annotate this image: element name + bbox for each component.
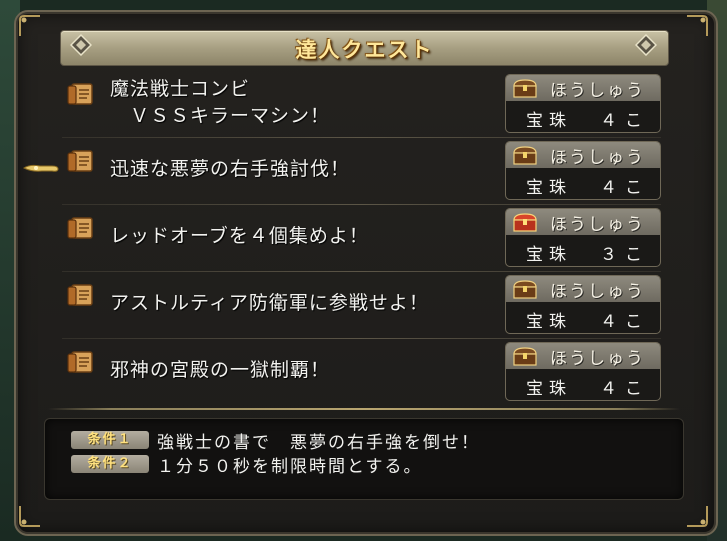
reward-label: ほうしゅう xyxy=(550,215,645,235)
hand-cursor-icon xyxy=(22,160,62,176)
quest-item[interactable]: レッドオーブを４個集めよ！ ほうしゅう 宝珠 ３こ xyxy=(60,205,667,272)
conditions-panel: 条件１ 強戦士の書で 悪夢の右手強を倒せ！ 条件２ １分５０秒を制限時間とする。 xyxy=(44,418,684,500)
reward-item-name: 宝珠 xyxy=(526,245,572,265)
reward-box: ほうしゅう 宝珠 ４こ xyxy=(505,141,661,200)
corner-ornament-icon xyxy=(18,504,42,528)
reward-quantity: ３こ xyxy=(600,245,650,265)
reward-header: ほうしゅう xyxy=(506,75,660,101)
reward-label: ほうしゅう xyxy=(550,81,645,101)
condition-text: １分５０秒を制限時間とする。 xyxy=(157,457,423,477)
wooden-chest-icon xyxy=(512,279,538,299)
red-chest-icon xyxy=(512,212,538,232)
reward-item-name: 宝珠 xyxy=(526,178,572,198)
condition-text: 強戦士の書で 悪夢の右手強を倒せ！ xyxy=(157,433,480,453)
corner-ornament-icon xyxy=(685,504,709,528)
corner-ornament-icon xyxy=(18,14,42,38)
reward-header: ほうしゅう xyxy=(506,209,660,235)
reward-box: ほうしゅう 宝珠 ４こ xyxy=(505,275,661,334)
diamond-ornament-icon xyxy=(634,33,658,57)
quest-scroll-icon xyxy=(66,148,96,174)
title-bar: 達人クエスト xyxy=(60,30,669,66)
quest-name: 邪神の宮殿の一獄制覇！ xyxy=(110,359,331,381)
quest-item[interactable]: 邪神の宮殿の一獄制覇！ ほうしゅう 宝珠 ４こ xyxy=(60,339,667,406)
quest-name: 迅速な悪夢の右手強討伐！ xyxy=(110,158,351,180)
wooden-chest-icon xyxy=(512,78,538,98)
condition-badge: 条件１ xyxy=(71,431,149,449)
quest-name: レッドオーブを４個集めよ！ xyxy=(110,225,369,247)
reward-label: ほうしゅう xyxy=(550,148,645,168)
section-divider xyxy=(48,408,680,410)
reward-header: ほうしゅう xyxy=(506,142,660,168)
wooden-chest-icon xyxy=(512,145,538,165)
condition-badge: 条件２ xyxy=(71,455,149,473)
quest-item[interactable]: 魔法戦士コンビ ＶＳＳキラーマシン！ ほうしゅう 宝珠 ４こ xyxy=(60,71,667,138)
corner-ornament-icon xyxy=(685,14,709,38)
quest-scroll-icon xyxy=(66,282,96,308)
quest-item[interactable]: アストルティア防衛軍に参戦せよ！ ほうしゅう 宝珠 ４こ xyxy=(60,272,667,339)
quest-list: 魔法戦士コンビ ＶＳＳキラーマシン！ ほうしゅう 宝珠 ４こ 迅速な悪夢の右手強… xyxy=(60,71,667,406)
reward-item-name: 宝珠 xyxy=(526,312,572,332)
reward-quantity: ４こ xyxy=(600,379,650,399)
quest-scroll-icon xyxy=(66,215,96,241)
quest-item[interactable]: 迅速な悪夢の右手強討伐！ ほうしゅう 宝珠 ４こ xyxy=(60,138,667,205)
window-title: 達人クエスト xyxy=(295,38,434,62)
reward-label: ほうしゅう xyxy=(550,349,645,369)
reward-header: ほうしゅう xyxy=(506,343,660,369)
reward-item-name: 宝珠 xyxy=(526,379,572,399)
reward-box: ほうしゅう 宝珠 ３こ xyxy=(505,208,661,267)
reward-quantity: ４こ xyxy=(600,178,650,198)
reward-box: ほうしゅう 宝珠 ４こ xyxy=(505,342,661,401)
reward-item-name: 宝珠 xyxy=(526,111,572,131)
reward-label: ほうしゅう xyxy=(550,282,645,302)
reward-header: ほうしゅう xyxy=(506,276,660,302)
quest-name: 魔法戦士コンビ ＶＳＳキラーマシン！ xyxy=(110,78,331,127)
reward-quantity: ４こ xyxy=(600,111,650,131)
reward-quantity: ４こ xyxy=(600,312,650,332)
quest-scroll-icon xyxy=(66,349,96,375)
diamond-ornament-icon xyxy=(69,33,93,57)
reward-box: ほうしゅう 宝珠 ４こ xyxy=(505,74,661,133)
quest-scroll-icon xyxy=(66,81,96,107)
quest-name: アストルティア防衛軍に参戦せよ！ xyxy=(110,292,429,314)
wooden-chest-icon xyxy=(512,346,538,366)
